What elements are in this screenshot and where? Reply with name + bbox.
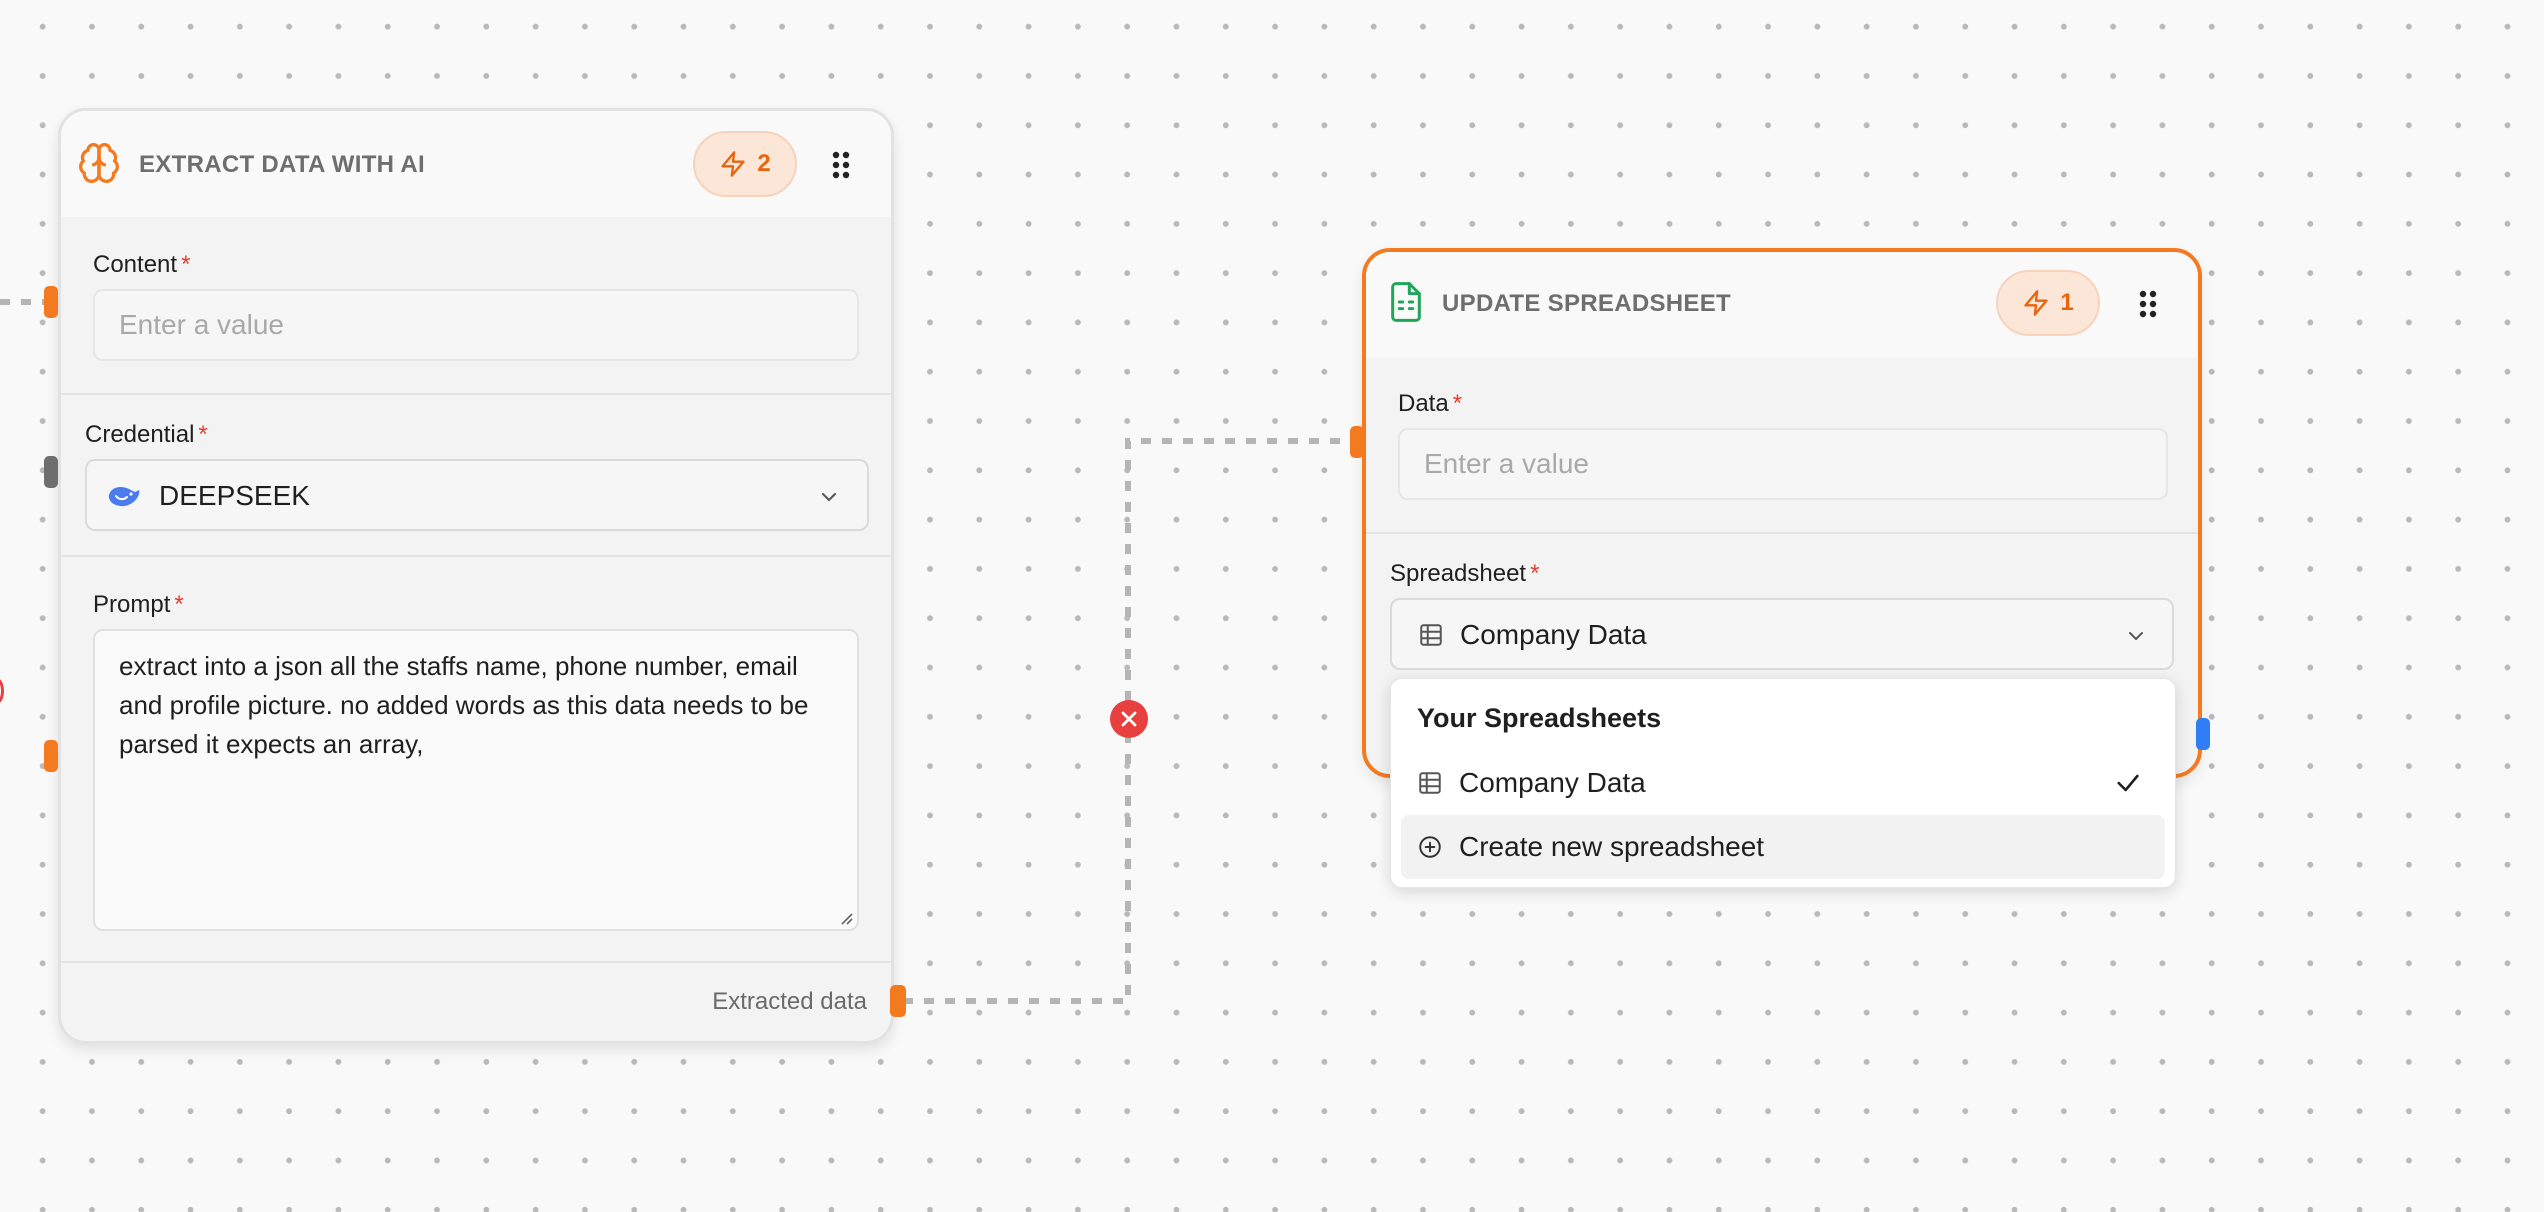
content-input-port[interactable]	[44, 286, 58, 318]
badge-count: 1	[2060, 289, 2074, 316]
node-title: UPDATE SPREADSHEET	[1442, 290, 1731, 317]
prompt-label: Prompt *	[93, 591, 184, 618]
brain-icon	[79, 143, 119, 183]
plus-circle-icon	[1419, 836, 1441, 858]
divider	[1366, 532, 2198, 534]
content-placeholder: Enter a value	[119, 309, 284, 340]
required-mark: *	[1452, 390, 1463, 417]
credential-input-port[interactable]	[44, 456, 58, 488]
lightning-icon	[2024, 290, 2048, 316]
lightning-icon	[721, 151, 745, 177]
delete-connection-button[interactable]	[1110, 700, 1148, 738]
node-title: EXTRACT DATA WITH AI	[139, 151, 425, 178]
divider	[61, 393, 891, 395]
drag-handle-icon[interactable]	[831, 151, 851, 179]
check-icon	[2117, 774, 2139, 792]
table-icon	[1420, 624, 1442, 646]
output-label: Extracted data	[712, 988, 867, 1015]
prompt-value: extract into a json all the staffs name,…	[119, 651, 809, 759]
spreadsheet-output-port[interactable]	[2196, 718, 2210, 750]
option-label: Create new spreadsheet	[1459, 831, 1765, 862]
chevron-down-icon	[822, 493, 836, 501]
data-placeholder: Enter a value	[1424, 448, 1589, 479]
required-mark: *	[1530, 560, 1540, 587]
divider	[61, 961, 891, 963]
data-input[interactable]: Enter a value	[1398, 428, 2168, 500]
extract-data-node[interactable]: EXTRACT DATA WITH AI 2 Content * Enter a …	[58, 108, 894, 1044]
required-mark: *	[174, 591, 184, 618]
required-mark: *	[181, 251, 191, 278]
prompt-textarea[interactable]: extract into a json all the staffs name,…	[93, 629, 859, 931]
deepseek-whale-icon	[108, 487, 140, 507]
credential-value: DEEPSEEK	[159, 480, 310, 511]
chevron-down-icon	[2129, 632, 2143, 640]
extracted-data-output-port[interactable]	[890, 985, 906, 1017]
dropdown-heading: Your Spreadsheets	[1417, 703, 1662, 733]
drag-handle-icon[interactable]	[2138, 290, 2158, 318]
spreadsheet-label: Spreadsheet *	[1390, 560, 1540, 587]
dropdown-option-create-new[interactable]: Create new spreadsheet	[1401, 815, 2165, 879]
dropdown-option-company-data[interactable]: Company Data	[1401, 751, 2165, 815]
credential-select[interactable]: DEEPSEEK	[85, 459, 869, 531]
required-mark: *	[198, 421, 208, 448]
spreadsheet-icon	[1391, 282, 1421, 322]
divider	[61, 555, 891, 557]
content-input[interactable]: Enter a value	[93, 289, 859, 361]
resize-handle-icon[interactable]	[839, 911, 853, 925]
data-input-port[interactable]	[1350, 426, 1364, 458]
content-label: Content *	[93, 251, 191, 278]
spreadsheet-dropdown-menu: Your Spreadsheets Company Data Create ne…	[1390, 678, 2176, 888]
table-icon	[1419, 772, 1441, 794]
option-label: Company Data	[1459, 767, 1646, 798]
spreadsheet-select[interactable]: Company Data	[1390, 598, 2174, 670]
prompt-input-port[interactable]	[44, 740, 58, 772]
node-header[interactable]: UPDATE SPREADSHEET 1	[1366, 252, 2198, 358]
badge-count: 2	[757, 150, 771, 177]
close-icon	[1121, 711, 1137, 727]
run-count-badge[interactable]: 2	[693, 131, 797, 197]
credential-label: Credential *	[85, 421, 208, 448]
spreadsheet-value: Company Data	[1460, 619, 1647, 650]
run-count-badge[interactable]: 1	[1996, 270, 2100, 336]
node-header[interactable]: EXTRACT DATA WITH AI 2	[61, 111, 891, 217]
data-label: Data *	[1398, 390, 1463, 417]
